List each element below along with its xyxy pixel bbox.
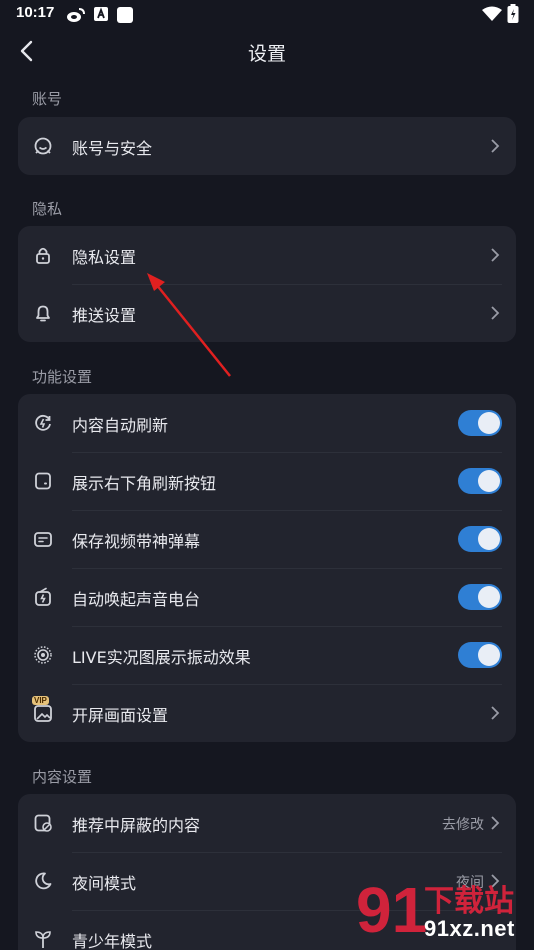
section-title-account: 账号 [32, 90, 63, 108]
watermark-brand: 91xz.net [424, 916, 515, 941]
section-title-content: 内容设置 [32, 768, 93, 786]
toggle-knob [478, 528, 500, 550]
vip-badge: VIP [32, 696, 49, 705]
weibo-icon [67, 8, 85, 22]
top-app-bar: 设置 [0, 30, 534, 74]
toggle-knob [478, 644, 500, 666]
image-icon [34, 705, 52, 722]
row-label: 推荐中屏蔽的内容 [72, 816, 201, 835]
watermark: 91 下载站 91xz.net [354, 872, 532, 948]
auto-refresh-toggle[interactable] [458, 410, 502, 436]
section-title-privacy: 隐私 [32, 200, 63, 218]
chevron-right-icon [491, 706, 500, 720]
wifi-icon [482, 6, 502, 21]
status-bar: 10:17 [0, 0, 534, 30]
auto-refresh-row: 内容自动刷新 [18, 394, 516, 452]
row-label: LIVE实况图展示振动效果 [72, 648, 251, 667]
lock-icon [36, 247, 50, 264]
row-label: 账号与安全 [72, 139, 153, 158]
row-label: 开屏画面设置 [72, 706, 169, 725]
row-label: 保存视频带神弹幕 [72, 532, 201, 551]
privacy-settings-row[interactable]: 隐私设置 [18, 226, 516, 284]
watermark-logo-icon: 91 [356, 874, 426, 946]
account-security-row[interactable]: 账号与安全 [18, 117, 516, 175]
chevron-right-icon [491, 139, 500, 153]
video-danmaku-icon [34, 532, 52, 547]
row-value: 去修改 [442, 817, 484, 833]
save-video-danmaku-toggle[interactable] [458, 526, 502, 552]
app-a-icon [94, 7, 108, 21]
sprout-icon [35, 931, 51, 948]
refresh-button-row: 展示右下角刷新按钮 [18, 452, 516, 510]
svg-text:91: 91 [356, 874, 426, 946]
row-label: 内容自动刷新 [72, 416, 169, 435]
row-label: 隐私设置 [72, 248, 137, 267]
section-title-features: 功能设置 [32, 368, 93, 386]
chevron-right-icon [491, 248, 500, 262]
save-video-danmaku-row: 保存视频带神弹幕 [18, 510, 516, 568]
privacy-card: 隐私设置 推送设置 [18, 226, 516, 342]
features-card: 内容自动刷新 展示右下角刷新按钮 保存视频带神弹幕 自动唤起声音电台 LIVE实… [18, 394, 516, 742]
page-title: 设置 [247, 43, 286, 65]
live-photo-icon [34, 646, 52, 664]
blocked-content-row[interactable]: 推荐中屏蔽的内容 去修改 [18, 794, 516, 852]
blocked-content-icon [34, 814, 52, 832]
moon-icon [35, 872, 52, 890]
auto-radio-row: 自动唤起声音电台 [18, 568, 516, 626]
chevron-right-icon [491, 816, 500, 830]
toggle-knob [478, 470, 500, 492]
watermark-chinese: 下载站 [424, 884, 514, 919]
refresh-bolt-icon [35, 414, 51, 431]
row-label: 夜间模式 [72, 874, 137, 893]
row-label: 推送设置 [72, 306, 137, 325]
status-time: 10:17 [16, 4, 55, 21]
toggle-knob [478, 412, 500, 434]
account-card: 账号与安全 [18, 117, 516, 175]
notification-square-icon [117, 7, 133, 23]
live-photo-vibration-toggle[interactable] [458, 642, 502, 668]
battery-icon [507, 4, 519, 23]
account-face-icon [34, 137, 52, 155]
splash-screen-settings-row[interactable]: VIP 开屏画面设置 [18, 684, 516, 742]
row-label: 自动唤起声音电台 [72, 590, 201, 609]
bell-icon [36, 305, 50, 322]
radio-bolt-icon [35, 587, 51, 606]
row-label: 展示右下角刷新按钮 [72, 474, 217, 493]
auto-radio-toggle[interactable] [458, 584, 502, 610]
refresh-button-toggle[interactable] [458, 468, 502, 494]
chevron-right-icon [491, 306, 500, 320]
push-settings-row[interactable]: 推送设置 [18, 284, 516, 342]
toggle-knob [478, 586, 500, 608]
corner-button-icon [35, 472, 51, 490]
row-label: 青少年模式 [72, 932, 153, 950]
live-photo-vibration-row: LIVE实况图展示振动效果 [18, 626, 516, 684]
